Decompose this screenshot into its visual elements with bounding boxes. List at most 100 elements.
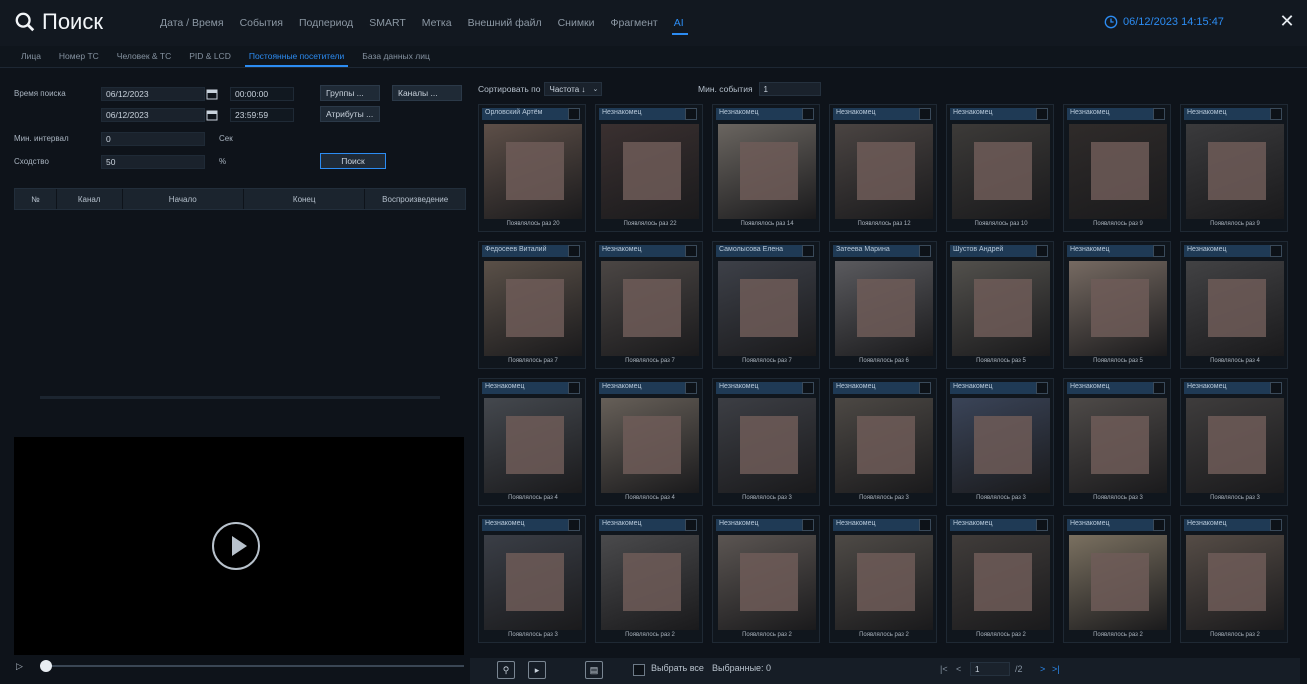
face-card[interactable]: Незнакомец Появлялось раз 4 — [478, 378, 586, 506]
play-icon[interactable] — [212, 522, 260, 570]
subtab-5[interactable]: База данных лиц — [353, 51, 439, 61]
start-time-field[interactable]: 00:00:00 — [230, 87, 294, 101]
face-photo[interactable] — [601, 124, 699, 219]
channels-button[interactable]: Каналы ... — [392, 85, 462, 101]
face-card[interactable]: Незнакомец Появлялось раз 2 — [946, 515, 1054, 643]
face-card-checkbox[interactable] — [1153, 519, 1165, 531]
menu-item-8[interactable]: AI — [666, 17, 692, 35]
min-interval-field[interactable]: 0 — [101, 132, 205, 146]
playback-handle[interactable] — [40, 660, 52, 672]
subtab-2[interactable]: Человек & ТС — [108, 51, 180, 61]
menu-item-1[interactable]: События — [232, 17, 291, 29]
face-photo[interactable] — [601, 261, 699, 356]
calendar-icon[interactable] — [206, 88, 218, 100]
face-card-checkbox[interactable] — [685, 382, 697, 394]
face-card[interactable]: Незнакомец Появлялось раз 9 — [1180, 104, 1288, 232]
face-card[interactable]: Незнакомец Появлялось раз 10 — [946, 104, 1054, 232]
face-card-checkbox[interactable] — [1270, 519, 1282, 531]
play-small-icon[interactable]: ▷ — [16, 661, 26, 671]
face-card[interactable]: Незнакомец Появлялось раз 9 — [1063, 104, 1171, 232]
face-card[interactable]: Незнакомец Появлялось раз 2 — [1180, 515, 1288, 643]
face-card-checkbox[interactable] — [685, 519, 697, 531]
select-all-checkbox[interactable] — [633, 664, 645, 676]
menu-item-4[interactable]: Метка — [414, 17, 460, 29]
face-photo[interactable] — [601, 398, 699, 493]
face-photo[interactable] — [484, 124, 582, 219]
face-card-checkbox[interactable] — [919, 108, 931, 120]
face-card-checkbox[interactable] — [802, 245, 814, 257]
face-photo[interactable] — [484, 398, 582, 493]
face-card-checkbox[interactable] — [802, 519, 814, 531]
face-card-checkbox[interactable] — [919, 382, 931, 394]
similarity-field[interactable]: 50 — [101, 155, 205, 169]
face-photo[interactable] — [1186, 398, 1284, 493]
face-photo[interactable] — [952, 124, 1050, 219]
face-photo[interactable] — [952, 535, 1050, 630]
start-date-field[interactable]: 06/12/2023 — [101, 87, 205, 101]
face-card-checkbox[interactable] — [919, 245, 931, 257]
face-card[interactable]: Незнакомец Появлялось раз 7 — [595, 241, 703, 369]
face-photo[interactable] — [952, 398, 1050, 493]
face-photo[interactable] — [952, 261, 1050, 356]
face-photo[interactable] — [484, 535, 582, 630]
face-card-checkbox[interactable] — [1036, 382, 1048, 394]
face-card-checkbox[interactable] — [568, 519, 580, 531]
face-card[interactable]: Незнакомец Появлялось раз 2 — [595, 515, 703, 643]
face-photo[interactable] — [1186, 261, 1284, 356]
face-card[interactable]: Самолысова Елена Появлялось раз 7 — [712, 241, 820, 369]
end-date-field[interactable]: 06/12/2023 — [101, 108, 205, 122]
face-photo[interactable] — [1069, 261, 1167, 356]
save-icon[interactable]: ▤ — [585, 661, 603, 679]
face-card-checkbox[interactable] — [1270, 382, 1282, 394]
face-card[interactable]: Незнакомец Появлялось раз 5 — [1063, 241, 1171, 369]
face-card[interactable]: Незнакомец Появлялось раз 3 — [829, 378, 937, 506]
face-card-checkbox[interactable] — [568, 245, 580, 257]
face-card[interactable]: Незнакомец Появлялось раз 2 — [712, 515, 820, 643]
face-card-checkbox[interactable] — [1036, 108, 1048, 120]
menu-item-5[interactable]: Внешний файл — [460, 17, 550, 29]
face-card-checkbox[interactable] — [1036, 519, 1048, 531]
end-time-field[interactable]: 23:59:59 — [230, 108, 294, 122]
face-card[interactable]: Незнакомец Появлялось раз 4 — [595, 378, 703, 506]
subtab-0[interactable]: Лица — [12, 51, 50, 61]
next-page-icon[interactable]: > — [1040, 664, 1045, 674]
face-card[interactable]: Федосеев Виталий Появлялось раз 7 — [478, 241, 586, 369]
groups-button[interactable]: Группы ... — [320, 85, 380, 101]
search-button[interactable]: Поиск — [320, 153, 386, 169]
chevron-down-icon[interactable]: ⌄ — [592, 85, 598, 93]
face-card[interactable]: Незнакомец Появлялось раз 2 — [829, 515, 937, 643]
face-photo[interactable] — [718, 535, 816, 630]
face-card-checkbox[interactable] — [802, 108, 814, 120]
calendar-icon[interactable] — [206, 109, 218, 121]
face-card[interactable]: Незнакомец Появлялось раз 3 — [1063, 378, 1171, 506]
face-photo[interactable] — [718, 398, 816, 493]
attributes-button[interactable]: Атрибуты ... — [320, 106, 380, 122]
face-photo[interactable] — [484, 261, 582, 356]
face-photo[interactable] — [1069, 535, 1167, 630]
subtab-3[interactable]: PID & LCD — [180, 51, 240, 61]
face-photo[interactable] — [1186, 535, 1284, 630]
table-scrollbar[interactable] — [40, 396, 440, 399]
face-photo[interactable] — [835, 261, 933, 356]
face-photo[interactable] — [718, 124, 816, 219]
face-card[interactable]: Незнакомец Появлялось раз 3 — [478, 515, 586, 643]
face-card[interactable]: Незнакомец Появлялось раз 3 — [712, 378, 820, 506]
menu-item-2[interactable]: Подпериод — [291, 17, 361, 29]
first-page-icon[interactable]: |< — [940, 664, 948, 674]
face-card[interactable]: Незнакомец Появлялось раз 12 — [829, 104, 937, 232]
face-photo[interactable] — [835, 535, 933, 630]
face-photo[interactable] — [835, 398, 933, 493]
face-card-checkbox[interactable] — [1153, 245, 1165, 257]
face-photo[interactable] — [835, 124, 933, 219]
menu-item-7[interactable]: Фрагмент — [603, 17, 666, 29]
close-icon[interactable]: ✕ — [1278, 12, 1296, 30]
face-card[interactable]: Незнакомец Появлялось раз 4 — [1180, 241, 1288, 369]
menu-item-3[interactable]: SMART — [361, 17, 414, 29]
face-card[interactable]: Затеева Марина Появлялось раз 6 — [829, 241, 937, 369]
face-card[interactable]: Шустов Андрей Появлялось раз 5 — [946, 241, 1054, 369]
face-card-checkbox[interactable] — [802, 382, 814, 394]
face-card[interactable]: Орловский Артём Появлялось раз 20 — [478, 104, 586, 232]
page-input[interactable]: 1 — [970, 662, 1010, 676]
face-photo[interactable] — [1069, 124, 1167, 219]
face-photo[interactable] — [601, 535, 699, 630]
